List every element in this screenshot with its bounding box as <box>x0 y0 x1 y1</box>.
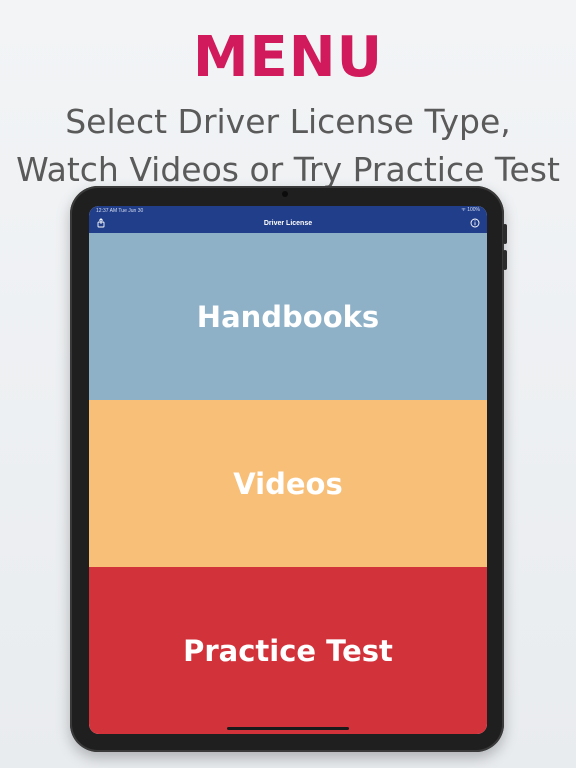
promo-headline: MENU <box>192 25 384 90</box>
nav-title: Driver License <box>263 220 313 227</box>
volume-up-button <box>503 224 507 244</box>
app-screen: 12:37 AM Tue Jun 30 ᯤ 100% Driver Licens… <box>89 206 487 734</box>
promo-subtitle-line-2: Watch Videos or Try Practice Test <box>16 150 560 189</box>
navigation-bar: 12:37 AM Tue Jun 30 ᯤ 100% Driver Licens… <box>89 206 487 233</box>
camera-dot <box>282 191 288 197</box>
home-indicator[interactable] <box>227 727 349 730</box>
promo-subtitle-line-1: Select Driver License Type, <box>65 102 511 141</box>
handbooks-label: Handbooks <box>196 299 380 334</box>
status-indicators: ᯤ 100% <box>461 207 480 213</box>
status-time: 12:37 AM Tue Jun 30 <box>96 208 144 214</box>
practice-test-button[interactable]: Practice Test <box>89 567 487 734</box>
videos-button[interactable]: Videos <box>89 400 487 567</box>
info-icon[interactable] <box>470 218 480 228</box>
tablet-device-frame: 12:37 AM Tue Jun 30 ᯤ 100% Driver Licens… <box>70 186 507 752</box>
volume-down-button <box>503 250 507 270</box>
videos-label: Videos <box>233 466 343 501</box>
practice-test-label: Practice Test <box>183 633 393 668</box>
handbooks-button[interactable]: Handbooks <box>89 233 487 400</box>
